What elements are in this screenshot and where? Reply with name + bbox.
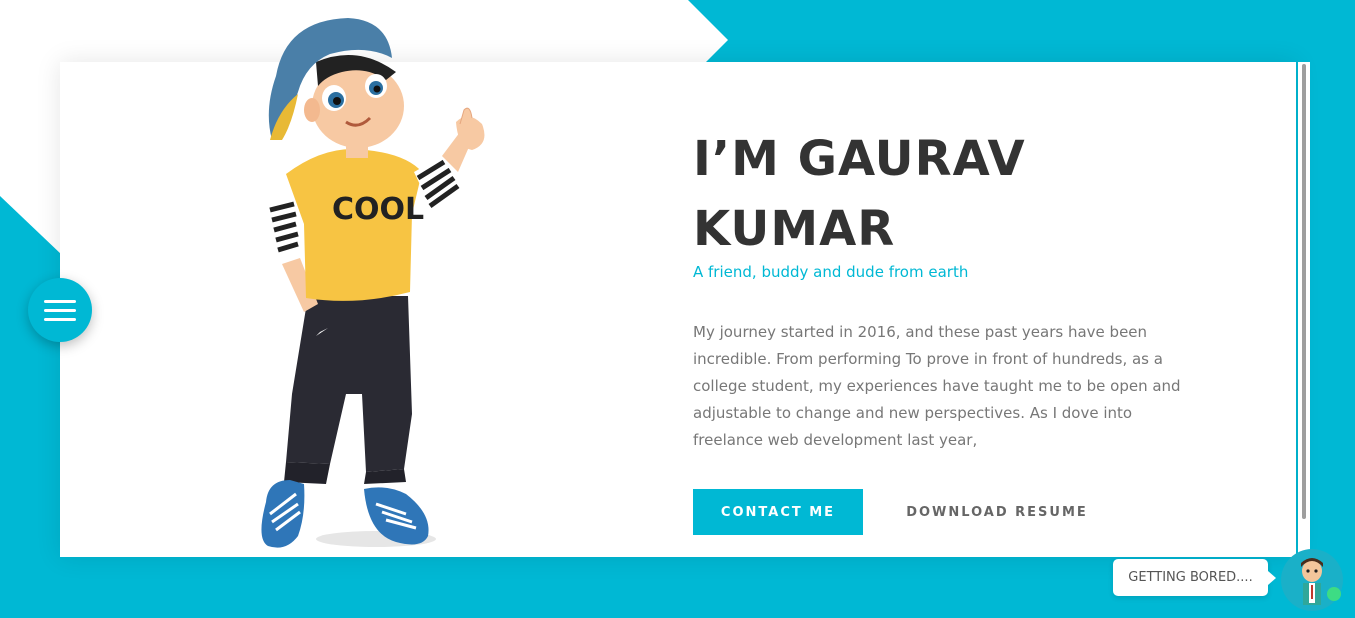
background-white-left-shape xyxy=(0,0,62,255)
hero-title: I’M GAURAV KUMAR xyxy=(693,131,1026,257)
boy-cartoon-illustration: COOL xyxy=(261,18,485,548)
shirt-cool-text: COOL xyxy=(332,192,424,227)
contact-me-button[interactable]: CONTACT ME xyxy=(693,489,863,535)
assistant-avatar-icon xyxy=(1301,558,1323,605)
download-resume-button[interactable]: DOWNLOAD RESUME xyxy=(893,489,1101,535)
hamburger-menu-button[interactable] xyxy=(28,278,92,342)
scrollbar[interactable] xyxy=(1298,62,1310,557)
chat-prompt-bubble[interactable]: GETTING BORED.... xyxy=(1113,559,1276,596)
hero-subtitle: A friend, buddy and dude from earth xyxy=(693,263,969,281)
hamburger-menu-icon xyxy=(44,299,76,303)
scrollbar-thumb[interactable] xyxy=(1302,64,1306,519)
hero-bio: My journey started in 2016, and these pa… xyxy=(693,323,1181,449)
chat-launcher-button[interactable] xyxy=(1281,549,1343,611)
online-status-icon xyxy=(1327,587,1341,601)
